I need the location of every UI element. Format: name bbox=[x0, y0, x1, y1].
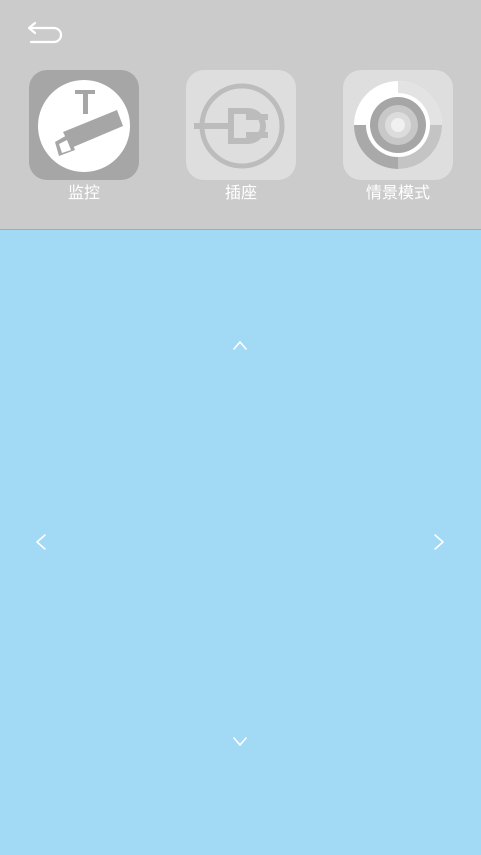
tile-icon-bg bbox=[29, 70, 139, 180]
right-button[interactable] bbox=[421, 524, 457, 560]
tile-icon-bg bbox=[186, 70, 296, 180]
tile-socket[interactable]: 插座 bbox=[184, 68, 298, 206]
scene-mode-icon bbox=[354, 81, 442, 169]
left-button[interactable] bbox=[23, 524, 59, 560]
tile-monitoring[interactable]: 监控 bbox=[27, 68, 141, 206]
plug-icon bbox=[194, 83, 285, 169]
top-panel: 监控 插座 情景模式 bbox=[0, 0, 481, 230]
tile-label: 监控 bbox=[67, 183, 100, 202]
chevron-right-icon bbox=[434, 534, 444, 550]
chevron-down-icon bbox=[233, 737, 247, 746]
down-button[interactable] bbox=[222, 724, 258, 760]
direction-control-pad[interactable] bbox=[0, 230, 481, 855]
chevron-left-icon bbox=[36, 534, 46, 550]
back-arrow-icon bbox=[27, 21, 63, 44]
back-button[interactable] bbox=[24, 20, 66, 48]
tile-label: 插座 bbox=[224, 183, 257, 202]
tile-label: 情景模式 bbox=[365, 183, 430, 202]
tile-icon-bg bbox=[343, 70, 453, 180]
up-button[interactable] bbox=[222, 327, 258, 363]
chevron-up-icon bbox=[233, 341, 247, 350]
tile-scene-mode[interactable]: 情景模式 bbox=[341, 68, 455, 206]
camera-icon bbox=[38, 80, 130, 172]
